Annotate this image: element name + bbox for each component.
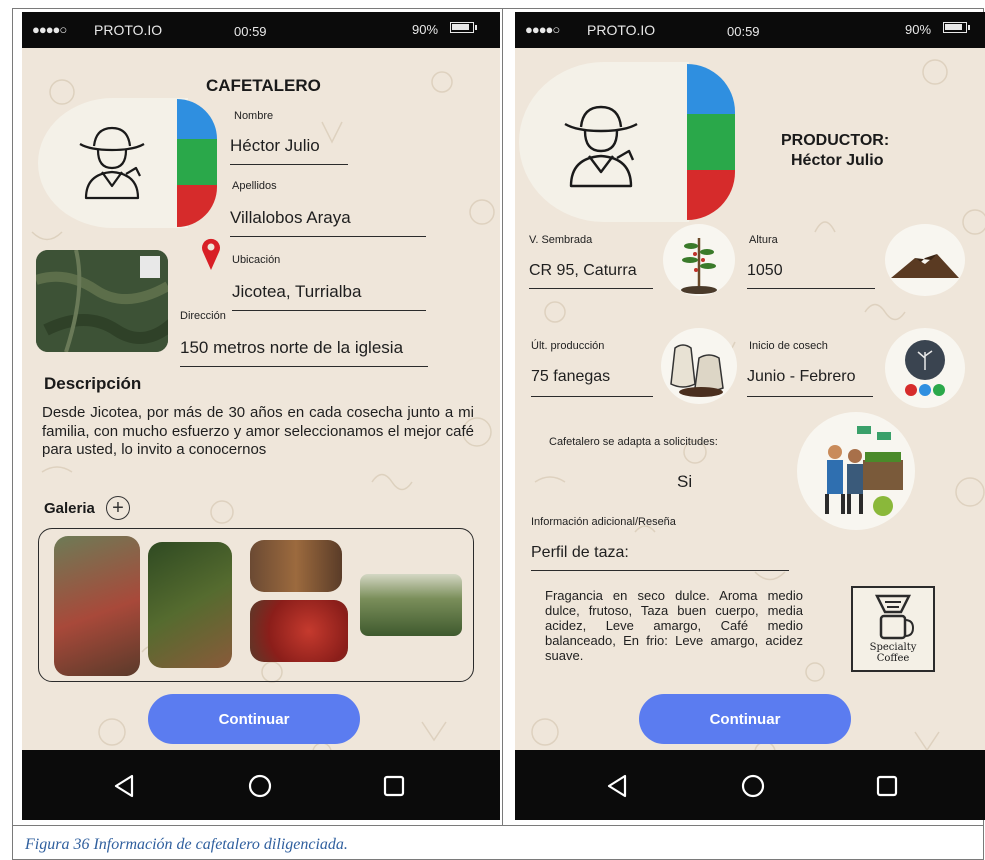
farmers-icon (825, 426, 903, 516)
altura-field[interactable]: 1050 (747, 262, 875, 289)
gallery-photo-plantation[interactable] (360, 574, 462, 636)
page-title: CAFETALERO (206, 76, 321, 95)
android-nav-bar (515, 750, 985, 820)
coffee-plant-icon (681, 238, 717, 294)
coffee-sacks-image (661, 328, 737, 404)
mountain-image (885, 224, 965, 296)
battery-percent: 90% (412, 22, 439, 37)
produccion-field[interactable]: 75 fanegas (531, 368, 653, 397)
direccion-label: Dirección (180, 310, 226, 322)
location-pin-icon (202, 238, 220, 270)
cosecha-field[interactable]: Junio - Febrero (747, 368, 873, 397)
recents-square-icon[interactable] (867, 766, 907, 806)
color-wheel (687, 64, 735, 220)
figure-divider (502, 8, 503, 826)
farmer-avatar-icon (564, 105, 638, 188)
gallery-photo-coffee-plant[interactable] (148, 542, 232, 668)
altura-label: Altura (749, 234, 778, 246)
info-label: Información adicional/Reseña (531, 516, 676, 528)
android-nav-bar (22, 750, 500, 820)
continue-button[interactable]: Continuar (639, 694, 851, 744)
variedad-label: V. Sembrada (529, 234, 593, 246)
coffee-plant-image (663, 224, 735, 296)
coffee-sacks-icon (670, 344, 724, 397)
mountain-icon (891, 254, 959, 278)
apellidos-label: Apellidos (232, 180, 277, 192)
specialty-label: Specialty Coffee (869, 642, 917, 664)
home-circle-icon[interactable] (733, 766, 773, 806)
apellidos-field[interactable]: Villalobos Araya (230, 208, 426, 237)
home-circle-icon[interactable] (240, 766, 280, 806)
status-bar: ●●●●○ PROTO.IO 00:59 90% (515, 12, 985, 48)
signal-icon: ●●●●○ (32, 22, 67, 37)
farmers-illustration (797, 412, 915, 530)
battery-icon (943, 22, 970, 33)
signal-icon: ●●●●○ (525, 22, 560, 37)
recents-square-icon[interactable] (374, 766, 414, 806)
carrier-label: PROTO.IO (587, 22, 656, 38)
descripcion-heading: Descripción (44, 374, 142, 393)
productor-name: Héctor Julio (791, 152, 884, 169)
descripcion-text[interactable]: Desde Jicotea, por más de 30 años en cad… (42, 404, 474, 460)
battery-percent: 90% (905, 22, 932, 37)
figure-caption: Figura 36 Información de cafetalero dili… (12, 826, 984, 860)
perfil-field[interactable]: Perfil de taza: (531, 544, 789, 571)
continue-button[interactable]: Continuar (148, 694, 360, 744)
direccion-field[interactable]: 150 metros norte de la iglesia (180, 338, 428, 367)
map-satellite-image (36, 250, 168, 352)
adapta-label: Cafetalero se adapta a solicitudes: (549, 436, 718, 448)
location-map[interactable] (36, 250, 168, 352)
back-triangle-icon[interactable] (597, 766, 637, 806)
farmer-avatar-icon (79, 126, 145, 200)
battery-icon (450, 22, 477, 33)
harvest-image (885, 328, 965, 408)
clock: 00:59 (234, 24, 267, 39)
ubicacion-field[interactable]: Jicotea, Turrialba (232, 282, 426, 311)
phone-screen-productor: ●●●●○ PROTO.IO 00:59 90% PRODUCTOR: Héct… (515, 12, 985, 820)
nombre-field[interactable]: Héctor Julio (230, 136, 348, 165)
productor-label: PRODUCTOR: (781, 132, 890, 149)
gallery-photo-cherries[interactable] (250, 600, 348, 662)
plus-circle-icon[interactable]: + (106, 496, 130, 520)
color-wheel (177, 99, 217, 227)
ubicacion-label: Ubicación (232, 254, 281, 266)
produccion-label: Últ. producción (531, 340, 605, 352)
adapta-value[interactable]: Si (677, 472, 692, 492)
specialty-coffee-badge: Specialty Coffee (851, 586, 935, 672)
back-triangle-icon[interactable] (104, 766, 144, 806)
harvest-icon (905, 340, 945, 396)
cosecha-label: Inicio de cosech (749, 340, 828, 352)
gallery-photo-family[interactable] (54, 536, 140, 676)
variedad-field[interactable]: CR 95, Caturra (529, 262, 653, 289)
phone-screen-cafetalero: ●●●●○ PROTO.IO 00:59 90% CAFETALERO Nomb… (22, 12, 500, 820)
status-bar: ●●●●○ PROTO.IO 00:59 90% (22, 12, 500, 48)
carrier-label: PROTO.IO (94, 22, 163, 38)
gallery-photo-baskets[interactable] (250, 540, 342, 592)
perfil-text[interactable]: Fragancia en seco dulce. Aroma medio dul… (545, 588, 803, 663)
galeria-label: Galeria (44, 500, 95, 517)
nombre-label: Nombre (234, 110, 274, 122)
clock: 00:59 (727, 24, 760, 39)
coffee-dripper-icon (874, 594, 915, 640)
